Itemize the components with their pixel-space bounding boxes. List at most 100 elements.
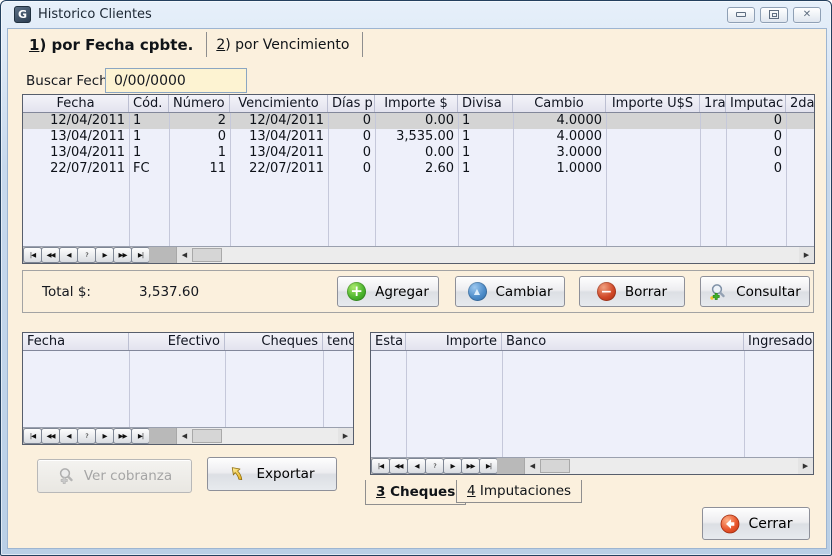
column-header[interactable]: Vencimiento [230,95,328,112]
column-header[interactable]: Divisa [458,95,513,112]
exportar-label: Exportar [256,466,314,482]
buscar-fecha-input[interactable] [105,68,247,93]
table-cell [606,161,700,177]
table-cell: FC [129,161,169,177]
cambiar-label: Cambiar [496,284,553,300]
column-header[interactable]: Cambio [513,95,606,112]
ver-cobranza-button[interactable]: Ver cobranza [37,459,192,493]
nav-help-button[interactable]: ? [77,428,96,444]
scroll-right-icon[interactable]: ▶ [338,428,353,444]
nav-prior-button[interactable]: ◀ [407,458,426,474]
scroll-left-icon[interactable]: ◀ [525,458,540,474]
nav-help-button[interactable]: ? [77,247,96,263]
horizontal-scrollbar[interactable]: ◀▶ [176,428,353,444]
column-header[interactable]: Importe $ [375,95,458,112]
table-cell [700,113,726,129]
agregar-button[interactable]: + Agregar [337,276,439,307]
table-row[interactable]: 13/04/20111113/04/201100.0013.00000 [23,145,814,161]
nav-prior-page-button[interactable]: ◀◀ [389,458,408,474]
grid-bottom-strip: |◀◀◀◀?▶▶▶▶|◀▶ [23,246,814,263]
nav-next-button[interactable]: ▶ [95,428,114,444]
nav-last-button[interactable]: ▶| [479,458,498,474]
exportar-button[interactable]: Exportar [207,457,337,491]
table-row[interactable]: 22/07/2011FC1122/07/201102.6011.00000 [23,161,814,177]
tab-accel: 1 [29,36,39,54]
borrar-button[interactable]: − Borrar [579,276,685,307]
nav-next-button[interactable]: ▶ [95,247,114,263]
table-cell: 0 [328,113,375,129]
scroll-left-icon[interactable]: ◀ [177,247,192,263]
scroll-track[interactable] [222,428,338,444]
nav-next-button[interactable]: ▶ [443,458,462,474]
minus-circle-icon: − [597,282,616,301]
column-header[interactable]: Fecha [23,333,129,350]
nav-last-button[interactable]: ▶| [131,428,150,444]
nav-help-button[interactable]: ? [425,458,444,474]
consultar-button[interactable]: Consultar [700,276,810,307]
nav-prior-page-button[interactable]: ◀◀ [41,428,60,444]
tab-por-fecha-cpbte[interactable]: 1) por Fecha cpbte. [20,32,207,57]
column-header[interactable]: Importe [406,333,502,350]
column-header[interactable]: Fecha [23,95,129,112]
nav-first-button[interactable]: |◀ [371,458,390,474]
column-separator [406,351,407,457]
scroll-track[interactable] [570,458,798,474]
column-header[interactable]: Cód. [129,95,169,112]
column-header[interactable]: Días p [328,95,375,112]
cobranzas-grid[interactable]: FechaEfectivoChequestenci|◀◀◀◀?▶▶▶▶|◀▶ [22,332,354,445]
magnifier-disabled-icon [57,467,75,485]
nav-first-button[interactable]: |◀ [23,428,42,444]
maximize-button[interactable] [760,7,788,23]
minimize-button[interactable] [727,7,755,23]
scroll-track[interactable] [222,247,799,263]
historico-grid[interactable]: FechaCód.NúmeroVencimientoDías pImporte … [22,94,815,264]
nav-next-page-button[interactable]: ▶▶ [113,247,132,263]
scroll-thumb[interactable] [192,429,222,443]
column-header[interactable]: Número [169,95,230,112]
titlebar[interactable]: G Historico Clientes ✕ [1,1,831,28]
maximize-icon [769,10,779,19]
column-header[interactable]: Imputac [726,95,786,112]
column-header[interactable]: Ingresado [744,333,813,350]
scroll-left-icon[interactable]: ◀ [177,428,192,444]
column-header[interactable]: 1ra. [700,95,726,112]
record-navigator: |◀◀◀◀?▶▶▶▶| [23,428,149,444]
nav-prior-button[interactable]: ◀ [59,247,78,263]
scroll-right-icon[interactable]: ▶ [799,247,814,263]
horizontal-scrollbar[interactable]: ◀▶ [176,247,814,263]
column-header[interactable]: Importe U$S [606,95,700,112]
column-separator [502,351,503,457]
column-header[interactable]: 2da [786,95,814,112]
column-header[interactable]: Efectivo [129,333,225,350]
nav-next-page-button[interactable]: ▶▶ [461,458,480,474]
scroll-thumb[interactable] [540,459,570,473]
column-header[interactable]: Cheques [225,333,323,350]
scroll-right-icon[interactable]: ▶ [798,458,813,474]
table-cell [786,129,814,145]
record-navigator: |◀◀◀◀?▶▶▶▶| [371,458,497,474]
cambiar-button[interactable]: ▲ Cambiar [455,276,565,307]
table-cell: 0 [328,129,375,145]
nav-prior-page-button[interactable]: ◀◀ [41,247,60,263]
tab-por-vencimiento[interactable]: 2) por Vencimiento [207,32,363,57]
column-header[interactable]: Banco [502,333,744,350]
horizontal-scrollbar[interactable]: ◀▶ [524,458,813,474]
cerrar-button[interactable]: Cerrar [702,507,810,540]
column-header[interactable]: Esta [371,333,406,350]
scroll-thumb[interactable] [192,248,222,262]
subtab-cheques[interactable]: 3 Cheques [365,480,466,505]
borrar-label: Borrar [625,284,667,300]
agregar-label: Agregar [375,284,429,300]
table-row[interactable]: 12/04/20111212/04/201100.0014.00000 [23,113,814,129]
table-cell: 13/04/2011 [23,145,129,161]
nav-prior-button[interactable]: ◀ [59,428,78,444]
table-row[interactable]: 13/04/20111013/04/201103,535.0014.00000 [23,129,814,145]
column-header[interactable]: tenci [323,333,353,350]
nav-next-page-button[interactable]: ▶▶ [113,428,132,444]
close-window-button[interactable]: ✕ [793,7,821,23]
nav-first-button[interactable]: |◀ [23,247,42,263]
nav-last-button[interactable]: ▶| [131,247,150,263]
table-cell: 22/07/2011 [23,161,129,177]
cheques-grid[interactable]: EstaImporteBancoIngresado|◀◀◀◀?▶▶▶▶|◀▶ [370,332,814,475]
subtab-imputaciones[interactable]: 4 Imputaciones [456,480,582,503]
